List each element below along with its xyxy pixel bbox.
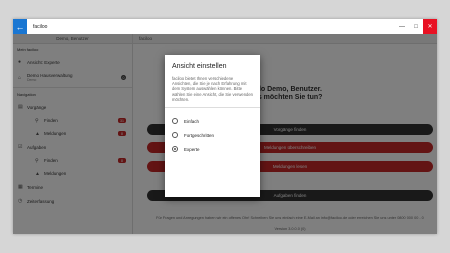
arrow-left-icon: ← bbox=[15, 21, 25, 32]
dialog-title: Ansicht einstellen bbox=[172, 63, 227, 70]
window-controls: — □ ✕ bbox=[395, 19, 437, 34]
option-label: Experte bbox=[184, 146, 200, 152]
option-label: Einfach bbox=[184, 118, 200, 124]
close-button[interactable]: ✕ bbox=[423, 19, 437, 34]
option-einfach[interactable]: Einfach bbox=[172, 114, 253, 128]
back-button[interactable]: ← bbox=[13, 19, 27, 34]
radio-button[interactable] bbox=[172, 132, 178, 139]
option-fortgeschritten[interactable]: Fortgeschritten bbox=[172, 128, 253, 142]
view-settings-dialog: Ansicht einstellen faciloo bietet Ihnen … bbox=[165, 55, 260, 197]
dialog-divider bbox=[165, 107, 260, 109]
option-label: Fortgeschritten bbox=[184, 132, 215, 138]
maximize-button[interactable]: □ bbox=[409, 19, 423, 34]
radio-button[interactable] bbox=[172, 118, 178, 125]
title-bar: ← faciloo — □ ✕ bbox=[13, 19, 437, 34]
radio-button-selected[interactable] bbox=[172, 146, 178, 153]
option-experte[interactable]: Experte bbox=[172, 142, 253, 156]
window-title: faciloo bbox=[33, 23, 48, 30]
minimize-button[interactable]: — bbox=[395, 19, 409, 34]
dialog-text: faciloo bietet Ihnen verschiedene Ansich… bbox=[172, 76, 254, 102]
